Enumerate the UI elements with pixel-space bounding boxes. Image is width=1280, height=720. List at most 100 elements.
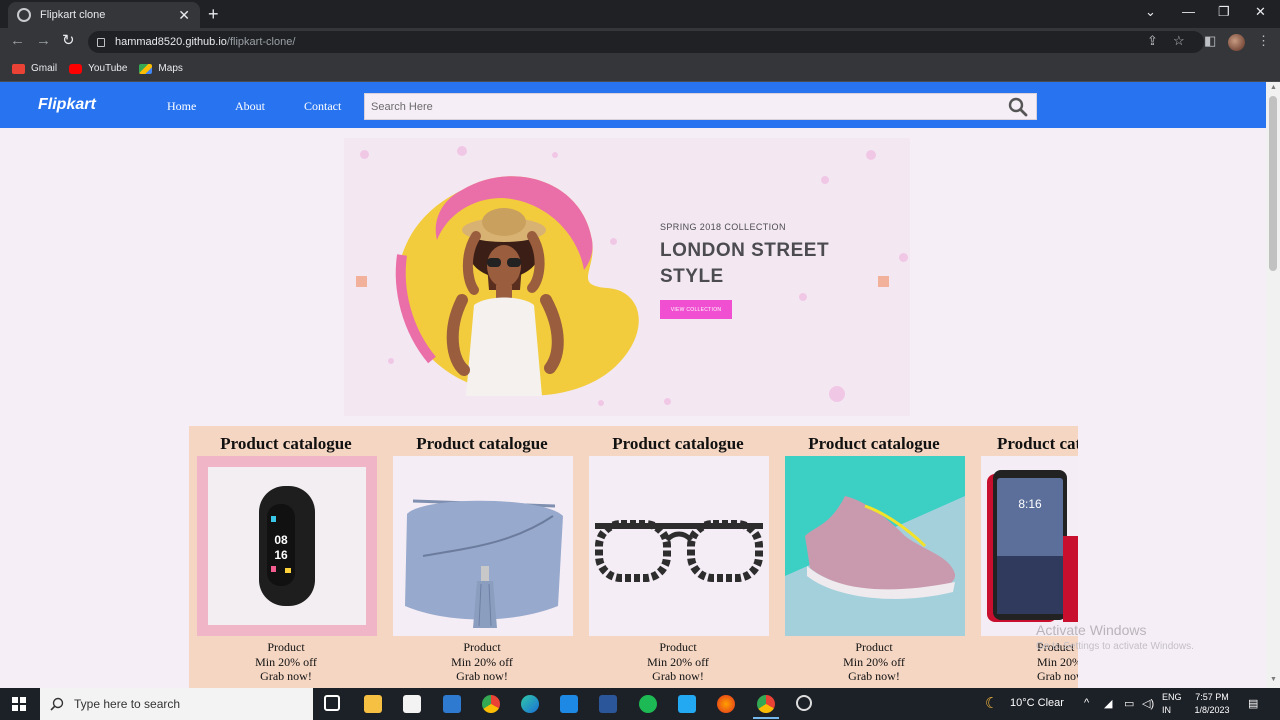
weather-text[interactable]: 10°C Clear — [1010, 697, 1064, 709]
product-image-smartphone[interactable]: 8:16 — [981, 456, 1078, 636]
maximize-icon[interactable]: ❐ — [1218, 4, 1230, 20]
browser-tab-strip: Flipkart clone ✕ + ⌄ — ❐ ✕ — [0, 0, 1280, 28]
bookmark-star-icon[interactable]: ☆ — [1173, 34, 1185, 47]
nav-about[interactable]: About — [235, 99, 265, 114]
forward-icon[interactable]: → — [36, 33, 51, 48]
new-tab-icon[interactable]: + — [208, 5, 219, 23]
clock-app-icon[interactable] — [796, 695, 812, 711]
product-image-eyeglasses[interactable] — [589, 456, 769, 636]
activate-windows-watermark: Activate Windows — [1036, 622, 1147, 638]
mail-icon[interactable] — [443, 695, 461, 713]
product-discount: Min 20% off — [647, 654, 709, 669]
product-cta: Grab now! — [260, 669, 312, 683]
volume-icon[interactable]: ◁) — [1142, 697, 1154, 710]
site-logo[interactable]: Flipkart — [38, 96, 96, 114]
bookmark-gmail[interactable]: Gmail — [12, 63, 57, 74]
share-icon[interactable]: ⇪ — [1147, 34, 1158, 47]
youtube-icon — [69, 63, 83, 74]
svg-text:08: 08 — [274, 533, 288, 547]
model-photo — [395, 176, 639, 396]
search-bar — [364, 93, 1037, 120]
product-card-title: Product catalogue — [997, 434, 1078, 453]
task-view-icon[interactable] — [324, 695, 340, 711]
word-icon[interactable] — [599, 695, 617, 713]
vscode-icon[interactable] — [678, 695, 696, 713]
url-text[interactable]: hammad8520.github.io/flipkart-clone/ — [115, 36, 295, 48]
store-icon[interactable] — [403, 695, 421, 713]
browser-toolbar: ← → ↻ hammad8520.github.io/flipkart-clon… — [0, 28, 1280, 56]
product-card-title: Product catalogue — [220, 434, 352, 453]
scroll-up-icon[interactable]: ▲ — [1270, 84, 1277, 91]
tab-search-icon[interactable]: ⌄ — [1145, 4, 1156, 20]
notifications-icon[interactable]: ▤ — [1248, 697, 1258, 710]
scroll-down-icon[interactable]: ▼ — [1270, 676, 1277, 683]
taskbar-search-placeholder: Type here to search — [74, 697, 181, 711]
hero-title: LONDON STREET STYLE — [660, 240, 830, 287]
windows-start-icon[interactable] — [12, 697, 26, 711]
search-input[interactable] — [365, 100, 1007, 113]
product-name: Product — [855, 640, 893, 654]
product-image-smartband[interactable]: 08 16 — [197, 456, 377, 636]
file-explorer-icon[interactable] — [364, 695, 382, 713]
chrome-active-icon[interactable] — [753, 695, 779, 719]
hero-subtitle: SPRING 2018 COLLECTION — [660, 222, 786, 232]
battery-icon[interactable]: ▭ — [1124, 697, 1134, 710]
tray-chevron-icon[interactable]: ^ — [1084, 697, 1089, 709]
product-card-title: Product catalogue — [416, 434, 548, 453]
menu-kebab-icon[interactable]: ⋮ — [1257, 34, 1270, 47]
weather-moon-icon[interactable]: ☾ — [985, 694, 998, 712]
lock-icon[interactable] — [97, 37, 105, 47]
globe-icon — [17, 8, 31, 22]
product-cta: Grab now! — [456, 669, 508, 683]
edge-icon[interactable] — [521, 695, 539, 713]
close-window-icon[interactable]: ✕ — [1255, 4, 1266, 20]
activate-windows-hint: Go to Settings to activate Windows. — [1036, 641, 1194, 652]
product-card[interactable]: Product catalogue Product Min 20% off Grab… — [783, 426, 965, 688]
bookmark-maps[interactable]: Maps — [139, 63, 183, 74]
app-icon[interactable] — [560, 695, 578, 713]
product-card-title: Product catalogue — [808, 434, 940, 453]
product-card[interactable]: Product catalogue Product Min 20% off Grab… — [391, 426, 573, 688]
product-name: Product — [463, 640, 501, 654]
product-cta: Grab now! — [1037, 669, 1078, 683]
product-cta: Grab now! — [652, 669, 704, 683]
browser-tab[interactable]: Flipkart clone ✕ — [8, 2, 200, 28]
side-panel-icon[interactable]: ◧ — [1204, 34, 1216, 47]
product-image-handbag[interactable] — [393, 456, 573, 636]
product-name: Product — [267, 640, 305, 654]
chrome-icon[interactable] — [482, 695, 500, 713]
hero-banner[interactable]: SPRING 2018 COLLECTION LONDON STREET STY… — [344, 138, 910, 416]
product-card[interactable]: Product catalogue 08 16 Product Min 20% o… — [195, 426, 377, 688]
nav-contact[interactable]: Contact — [304, 99, 341, 114]
reload-icon[interactable]: ↻ — [62, 33, 75, 48]
product-image-sneaker[interactable] — [785, 456, 965, 636]
address-bar[interactable]: hammad8520.github.io/flipkart-clone/ — [88, 31, 1204, 53]
back-icon[interactable]: ← — [10, 33, 25, 48]
search-icon — [50, 697, 64, 711]
taskbar-clock[interactable]: 7:57 PM 1/8/2023 — [1188, 691, 1236, 717]
view-collection-button[interactable]: VIEW COLLECTION — [660, 300, 732, 319]
language-indicator[interactable]: ENG IN — [1162, 691, 1182, 717]
product-catalogue: Product catalogue 08 16 Product Min 20% o… — [189, 426, 1078, 688]
profile-avatar[interactable] — [1228, 34, 1245, 51]
product-cta: Grab now! — [848, 669, 900, 683]
firefox-icon[interactable] — [717, 695, 735, 713]
product-card[interactable]: Product catalogue Product Min 20% off Grab… — [587, 426, 769, 688]
search-icon[interactable] — [1007, 96, 1029, 118]
network-icon[interactable]: ◢ — [1104, 697, 1112, 710]
scroll-thumb[interactable] — [1269, 96, 1277, 271]
taskbar-search[interactable]: Type here to search — [40, 688, 313, 720]
bookmark-youtube[interactable]: YouTube — [69, 63, 127, 74]
spotify-icon[interactable] — [639, 695, 657, 713]
product-discount: Min 20% off — [843, 654, 905, 669]
windows-taskbar: Type here to search ☾ 10°C Clear ^ ◢ ▭ ◁… — [0, 688, 1280, 720]
minimize-icon[interactable]: — — [1182, 4, 1195, 19]
maps-icon — [139, 63, 153, 74]
product-discount: Min 20% off — [255, 654, 317, 669]
close-tab-icon[interactable]: ✕ — [178, 8, 190, 22]
svg-text:8:16: 8:16 — [1018, 497, 1042, 511]
nav-home[interactable]: Home — [167, 99, 196, 114]
site-navbar: Flipkart Home About Contact — [0, 82, 1266, 128]
page-scrollbar[interactable]: ▲ ▼ — [1266, 82, 1280, 688]
gmail-icon — [12, 63, 25, 74]
